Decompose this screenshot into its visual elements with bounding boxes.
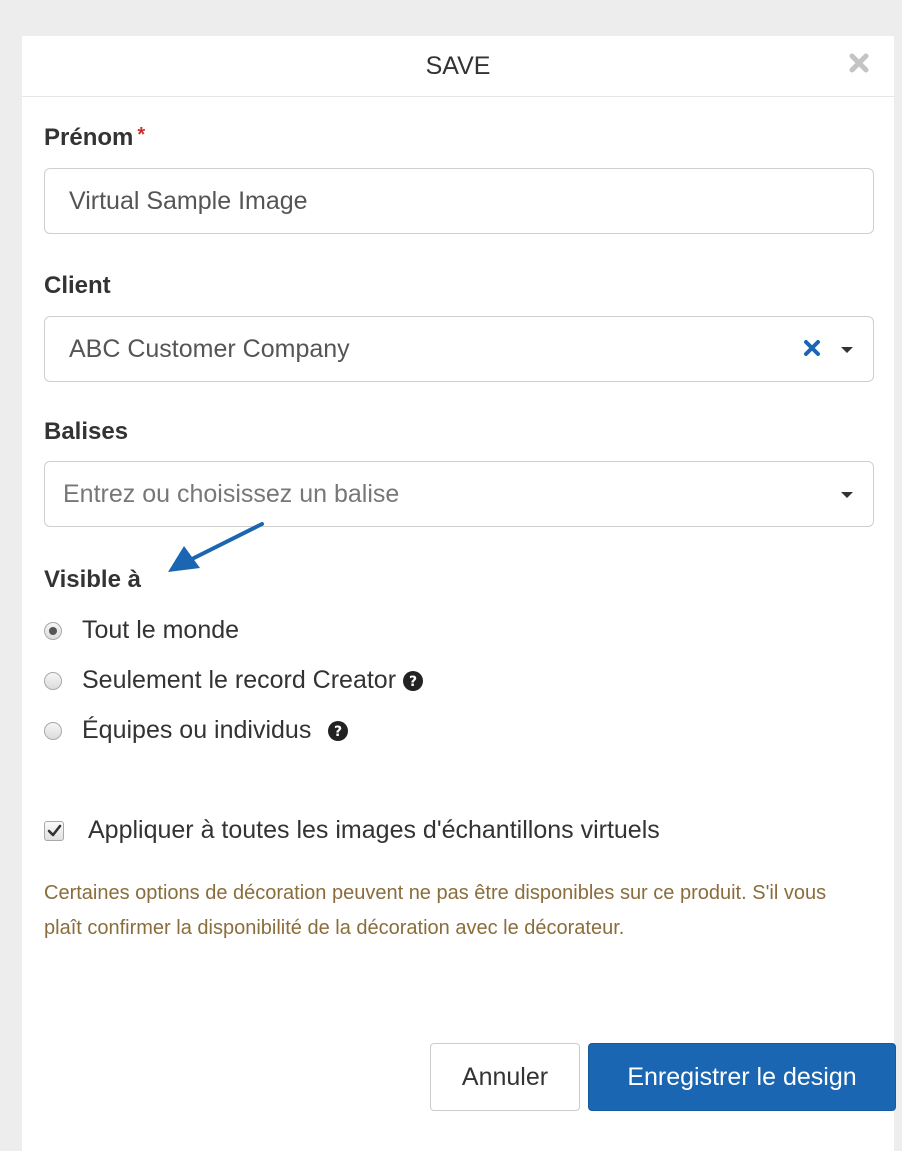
client-select[interactable]: ABC Customer Company (44, 316, 874, 382)
prenom-value: Virtual Sample Image (69, 186, 308, 215)
close-button[interactable] (844, 48, 874, 78)
radio-creator[interactable] (44, 671, 62, 690)
radio-label: Tout le monde (82, 616, 240, 644)
radio-label: Équipes ou individus (82, 716, 312, 744)
svg-text:?: ? (334, 724, 342, 740)
chevron-down-icon[interactable] (841, 347, 853, 353)
radio-option-teams[interactable]: Équipes ou individus ? (44, 716, 349, 745)
radio-option-creator[interactable]: Seulement le record Creator ? (44, 666, 424, 695)
client-value: ABC Customer Company (69, 334, 350, 363)
required-mark: * (137, 124, 146, 146)
clear-x-icon[interactable] (801, 337, 823, 359)
visibility-label: Visible à (44, 566, 141, 593)
annotation-arrow-icon (168, 522, 264, 572)
client-label: Client (44, 272, 111, 299)
apply-all-option[interactable]: Appliquer à toutes les images d'échantil… (44, 816, 660, 845)
balises-label: Balises (44, 418, 129, 445)
modal-title: SAVE (425, 52, 491, 80)
balises-placeholder: Entrez ou choisissez un balise (63, 479, 400, 508)
question-circle-icon[interactable]: ? (327, 720, 349, 742)
decoration-notice: Certaines options de décoration peuvent … (44, 882, 827, 939)
radio-everyone[interactable] (44, 621, 62, 640)
radio-label: Seulement le record Creator (82, 666, 397, 694)
prenom-label-text: Prénom (44, 124, 134, 151)
chevron-down-icon[interactable] (841, 492, 853, 498)
close-icon (849, 53, 869, 73)
cancel-button[interactable]: Annuler (430, 1043, 580, 1111)
radio-teams[interactable] (44, 721, 62, 740)
prenom-input[interactable]: Virtual Sample Image (44, 168, 874, 234)
apply-all-label: Appliquer à toutes les images d'échantil… (88, 816, 660, 844)
radio-option-everyone[interactable]: Tout le monde (44, 616, 239, 645)
save-dialog: SAVE Prénom * Virtual Sample Image Client… (22, 36, 896, 1151)
apply-all-checkbox[interactable] (44, 820, 64, 841)
prenom-label: Prénom * (44, 124, 145, 152)
svg-text:?: ? (409, 674, 417, 690)
question-circle-icon[interactable]: ? (402, 670, 424, 692)
modal-header: SAVE (22, 36, 894, 97)
checkmark-icon (47, 824, 62, 836)
save-design-button[interactable]: Enregistrer le design (588, 1043, 896, 1111)
